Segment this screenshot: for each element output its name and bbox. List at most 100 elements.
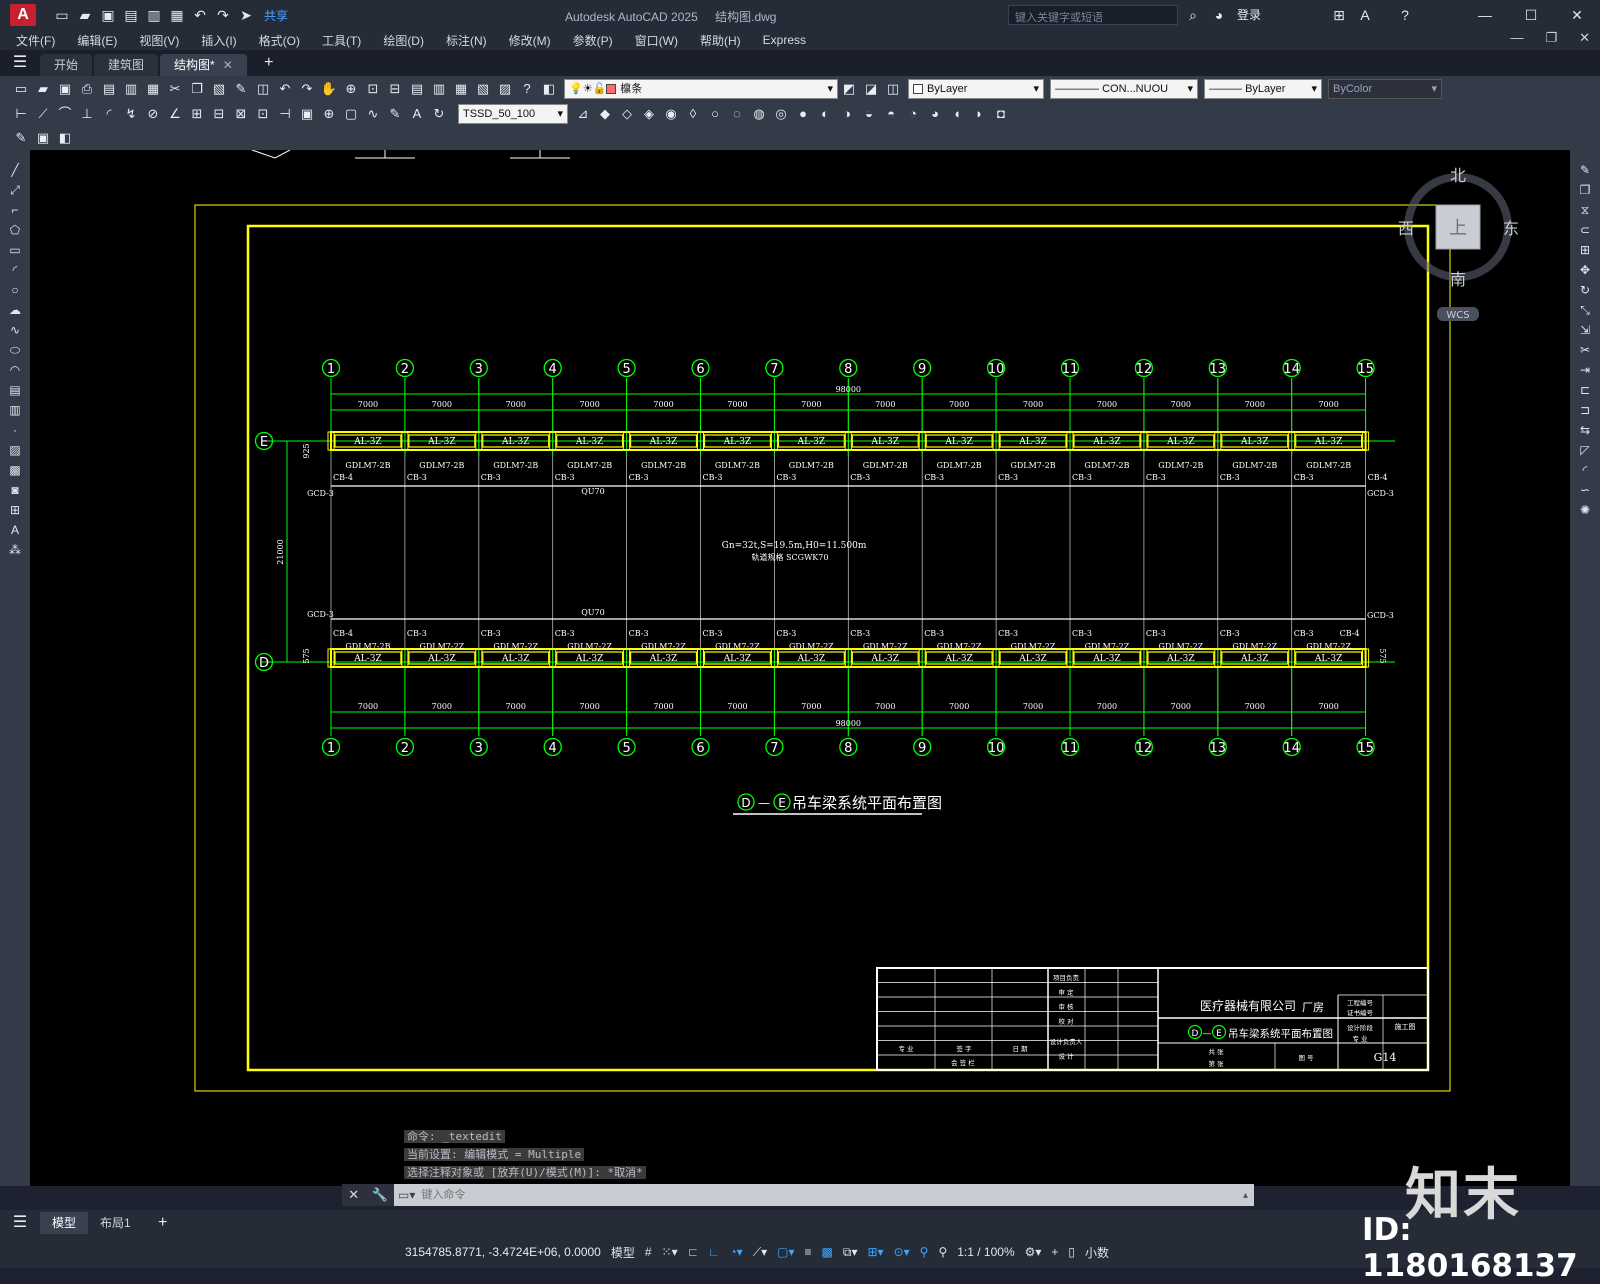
qnew-icon[interactable]: ▭: [12, 80, 30, 98]
blend-icon[interactable]: ∽: [1576, 482, 1594, 499]
tool-palettes-icon[interactable]: ▦: [452, 80, 470, 98]
layer-dropdown[interactable]: 💡☀🔓 檩条 ▾: [564, 79, 838, 99]
zoom-window-icon[interactable]: ⊡: [364, 80, 382, 98]
doc-restore-icon[interactable]: ❐: [1545, 30, 1557, 46]
arc-icon[interactable]: ◜: [6, 262, 24, 279]
preview-icon[interactable]: ▤: [100, 80, 118, 98]
dimstyle-dropdown[interactable]: TSSD_50_100 ▾: [458, 104, 568, 124]
copy-icon[interactable]: ❐: [1576, 182, 1594, 199]
dimstyle-manager-icon[interactable]: ⊿: [574, 105, 592, 123]
new-tab-plus-icon[interactable]: +: [249, 50, 289, 76]
layout-tab[interactable]: 布局1: [88, 1212, 143, 1234]
menu-hamburger-icon[interactable]: ☰: [0, 50, 40, 76]
revcloud-icon[interactable]: ☁: [6, 302, 24, 319]
layout-menu-icon[interactable]: ☰: [0, 1210, 40, 1236]
table-icon[interactable]: ⊞: [6, 502, 24, 519]
command-input[interactable]: [415, 1185, 1243, 1205]
autocad-logo-icon[interactable]: A: [10, 4, 36, 26]
point-icon[interactable]: ·: [6, 422, 24, 439]
tool-a-icon[interactable]: ◆: [596, 105, 614, 123]
zoom-realtime-icon[interactable]: ⊕: [342, 80, 360, 98]
open-file-icon[interactable]: ▰: [77, 7, 93, 23]
diameter-icon[interactable]: ⊘: [144, 105, 162, 123]
polyline-icon[interactable]: ⌐: [6, 202, 24, 219]
menu-item[interactable]: 文件(F): [16, 32, 55, 49]
save-icon[interactable]: ▣: [56, 80, 74, 98]
osnap-icon[interactable]: ▢▾: [777, 1245, 794, 1259]
tool-d-icon[interactable]: ◉: [662, 105, 680, 123]
block-editor-icon[interactable]: ◫: [254, 80, 272, 98]
units-value[interactable]: 小数: [1085, 1244, 1109, 1261]
help-icon[interactable]: ?: [1397, 7, 1413, 23]
ordinate-icon[interactable]: ⊥: [78, 105, 96, 123]
publish-icon[interactable]: ▥: [146, 7, 162, 23]
mirror-icon[interactable]: ⧖: [1576, 202, 1594, 219]
calculator-icon[interactable]: ▨: [496, 80, 514, 98]
join-icon[interactable]: ⇆: [1576, 422, 1594, 439]
doc-close-icon[interactable]: ✕: [1579, 30, 1590, 46]
dimension-edit-icon[interactable]: ✎: [386, 105, 404, 123]
autodesk-account-icon[interactable]: A: [1357, 7, 1373, 23]
login-button[interactable]: 登录: [1237, 6, 1261, 23]
jogged-linear-icon[interactable]: ∿: [364, 105, 382, 123]
tool-h-icon[interactable]: ◍: [750, 105, 768, 123]
file-tab[interactable]: 开始: [40, 54, 93, 76]
lineweight-icon[interactable]: ≡: [805, 1245, 812, 1259]
color-dropdown[interactable]: ByLayer ▾: [908, 79, 1044, 99]
lineweight-dropdown[interactable]: ——— ByLayer ▾: [1204, 79, 1322, 99]
tool-o-icon[interactable]: ◔: [904, 105, 922, 123]
cut-icon[interactable]: ✂: [166, 80, 184, 98]
chamfer-icon[interactable]: ◸: [1576, 442, 1594, 459]
redo-icon[interactable]: ↷: [298, 80, 316, 98]
pdf-icon[interactable]: ▦: [144, 80, 162, 98]
circle-icon[interactable]: ○: [6, 282, 24, 299]
paste-icon[interactable]: ▧: [210, 80, 228, 98]
gradient-icon[interactable]: ▩: [6, 462, 24, 479]
menu-item[interactable]: 编辑(E): [77, 32, 117, 49]
annotation-scale[interactable]: 1:1 / 100%: [957, 1245, 1014, 1259]
quick-dimension-icon[interactable]: ⊞: [188, 105, 206, 123]
hatch-icon[interactable]: ▨: [6, 442, 24, 459]
design-center-icon[interactable]: ▥: [430, 80, 448, 98]
sheet-set-icon[interactable]: ▧: [474, 80, 492, 98]
tolerance-icon[interactable]: ▣: [298, 105, 316, 123]
baseline-icon[interactable]: ⊟: [210, 105, 228, 123]
jogged-icon[interactable]: ↯: [122, 105, 140, 123]
ortho-icon[interactable]: ∟: [708, 1245, 720, 1259]
tool-b-icon[interactable]: ◇: [618, 105, 636, 123]
tool-k-icon[interactable]: ◐: [816, 105, 834, 123]
layer-states-icon[interactable]: ◫: [884, 80, 902, 98]
continue-icon[interactable]: ⊠: [232, 105, 250, 123]
extend-icon[interactable]: ⇥: [1576, 362, 1594, 379]
menu-item[interactable]: 格式(O): [259, 32, 300, 49]
search-input[interactable]: 键入关键字或短语: [1008, 5, 1178, 25]
new-layout-plus-icon[interactable]: +: [143, 1210, 183, 1236]
wrench-icon[interactable]: 🔧: [372, 1187, 388, 1203]
layout-tab[interactable]: 模型: [40, 1212, 89, 1234]
new-file-icon[interactable]: ▭: [54, 7, 70, 23]
undo-icon[interactable]: ↶: [276, 80, 294, 98]
zoom-previous-icon[interactable]: ⊟: [386, 80, 404, 98]
tool-j-icon[interactable]: ●: [794, 105, 812, 123]
linetype-dropdown[interactable]: ———— CON...NUOU ▾: [1050, 79, 1198, 99]
region-icon[interactable]: ◙: [6, 482, 24, 499]
close-icon[interactable]: ✕: [1554, 0, 1600, 30]
minimize-icon[interactable]: —: [1462, 0, 1508, 30]
layers-icon[interactable]: ◧: [56, 129, 74, 147]
array-icon[interactable]: ⊞: [1576, 242, 1594, 259]
share-button[interactable]: 共享: [264, 7, 288, 24]
tool-s-icon[interactable]: ◘: [992, 105, 1010, 123]
spline-icon[interactable]: ∿: [6, 322, 24, 339]
mtext-icon[interactable]: A: [6, 522, 24, 539]
workspace-gear-icon[interactable]: ⚙▾: [1025, 1245, 1042, 1259]
menu-item[interactable]: 修改(M): [509, 32, 551, 49]
polygon-icon[interactable]: ⬠: [6, 222, 24, 239]
annotation-monitor-icon[interactable]: +: [1051, 1245, 1058, 1259]
3dosnap-icon[interactable]: ⊞▾: [867, 1245, 883, 1259]
tool-i-icon[interactable]: ◎: [772, 105, 790, 123]
close-tab-icon[interactable]: ✕: [223, 58, 233, 72]
rectangle-icon[interactable]: ▭: [6, 242, 24, 259]
help-icon[interactable]: ?: [518, 80, 536, 98]
trim-icon[interactable]: ✂: [1576, 342, 1594, 359]
menu-item[interactable]: 工具(T): [322, 32, 361, 49]
